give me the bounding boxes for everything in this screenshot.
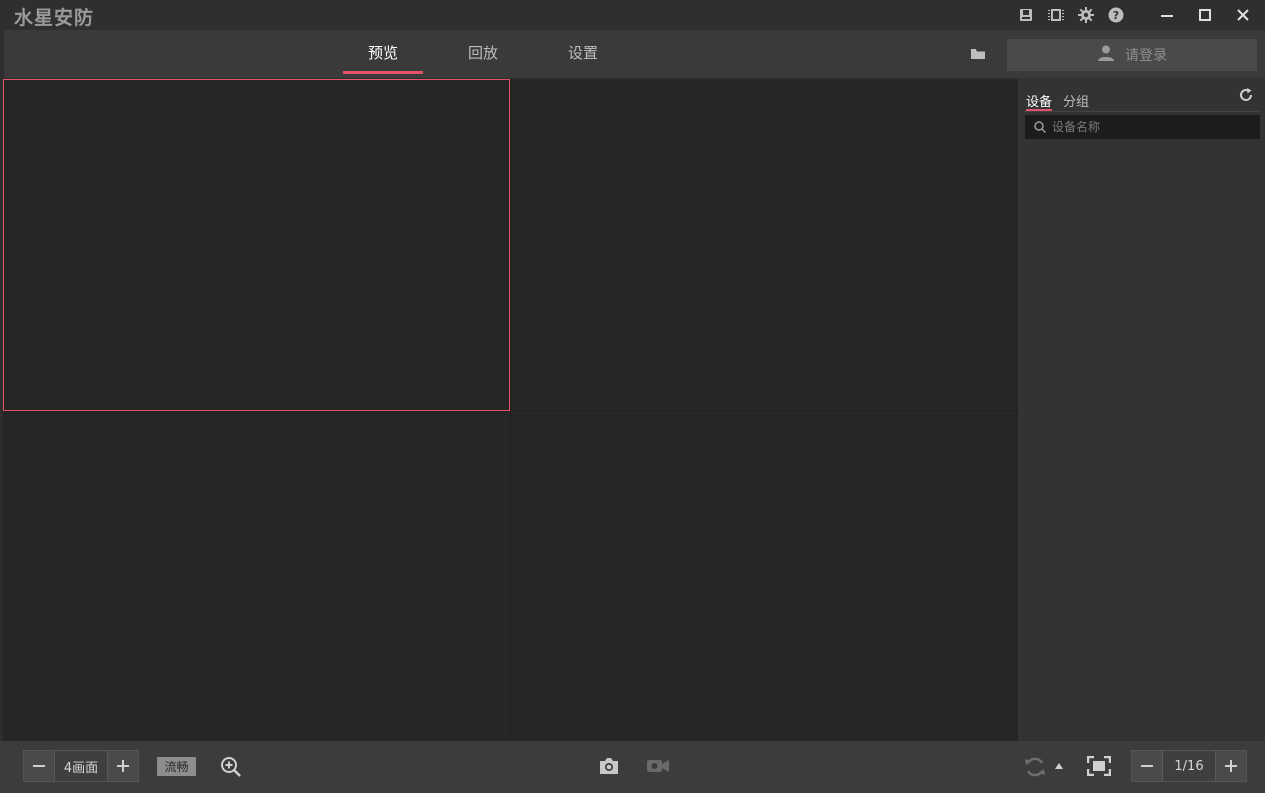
camera-icon[interactable] [597,755,621,777]
page-next-button[interactable] [1216,751,1246,781]
page-indicator: 1/16 [1162,751,1216,781]
chip-icon[interactable] [1047,6,1065,24]
video-pane-1[interactable] [3,79,510,411]
layout-decrease-button[interactable] [24,751,54,781]
rotate-icon[interactable] [1022,754,1048,780]
video-pane-2[interactable] [511,79,1017,410]
storage-icon[interactable] [1017,6,1035,24]
layout-increase-button[interactable] [108,751,138,781]
layout-stepper: 4画面 [23,750,139,782]
nav-bar: 预览 回放 设置 请登录 [4,30,1265,78]
stream-quality-button[interactable]: 流畅 [157,757,196,776]
bottom-toolbar: 4画面 流畅 1/16 [0,741,1265,793]
tab-devices-label: 设备 [1026,95,1053,110]
login-label: 请登录 [1125,48,1167,64]
device-panel: 设备 分组 [1017,79,1265,741]
tab-settings[interactable]: 设置 [543,30,623,74]
divider [1024,111,1259,112]
svg-text:?: ? [1113,9,1119,22]
tab-preview-label: 预览 [367,43,398,62]
tab-devices[interactable]: 设备 [1026,91,1053,111]
maximize-icon[interactable] [1192,3,1218,27]
search-input[interactable] [1052,120,1242,134]
caret-up-icon[interactable] [1053,761,1065,771]
layout-value: 4画面 [54,751,108,781]
refresh-icon[interactable] [1239,87,1255,103]
tab-preview[interactable]: 预览 [343,30,423,74]
tab-playback[interactable]: 回放 [443,30,523,74]
video-pane-4[interactable] [511,411,1017,741]
stream-quality-label: 流畅 [164,760,189,774]
tab-playback-label: 回放 [467,43,498,62]
app-title: 水星安防 [14,7,95,29]
tab-groups[interactable]: 分组 [1063,91,1089,110]
record-video-icon[interactable] [645,755,671,777]
active-tab-indicator [343,71,423,74]
device-search [1025,115,1260,139]
video-pane-3[interactable] [3,412,510,741]
page-stepper: 1/16 [1131,750,1247,782]
login-button[interactable]: 请登录 [1007,39,1257,71]
user-icon [1097,44,1115,66]
title-bar: 水星安防 ? [0,0,1265,30]
tab-groups-label: 分组 [1063,95,1090,110]
zoom-in-icon[interactable] [219,755,243,779]
help-icon[interactable]: ? [1107,6,1125,24]
folder-icon[interactable] [970,46,988,62]
tab-settings-label: 设置 [567,43,598,62]
page-prev-button[interactable] [1132,751,1162,781]
close-icon[interactable] [1230,3,1256,27]
video-grid [3,79,1017,741]
fullscreen-icon[interactable] [1086,755,1112,777]
minimize-icon[interactable] [1154,3,1180,27]
gear-icon[interactable] [1077,6,1095,24]
search-icon [1034,121,1046,133]
